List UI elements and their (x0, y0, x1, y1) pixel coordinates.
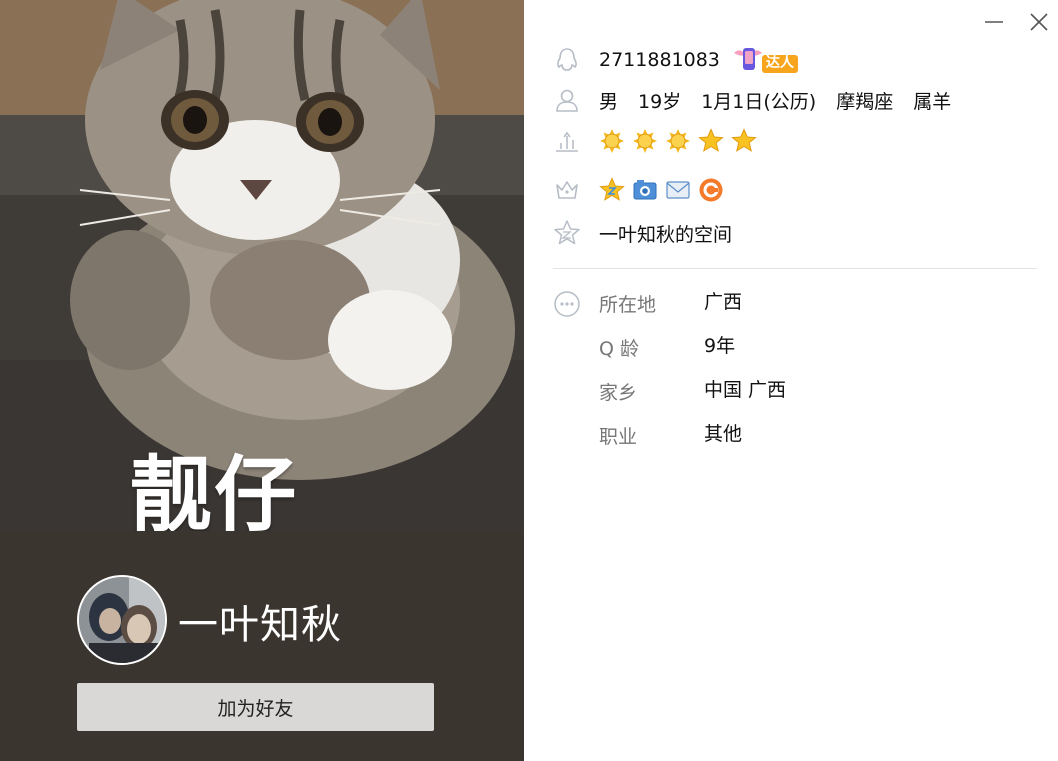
expert-badge-text: 达人 (765, 55, 794, 71)
cover-caption: 靓仔 (130, 447, 299, 531)
age: 19岁 (638, 90, 682, 113)
avatar-image (79, 577, 165, 663)
avatar[interactable] (77, 575, 167, 665)
qq-number-row: 2711881083 达人 (553, 44, 798, 76)
level-row (553, 125, 757, 157)
more-icon (553, 290, 581, 318)
sun-level-icon (665, 128, 691, 154)
star-level-icon (731, 128, 757, 154)
space-link[interactable]: 一叶知秋的空间 (599, 220, 732, 247)
level-icons[interactable] (599, 128, 764, 154)
cover-image: 靓仔 (0, 0, 524, 531)
location-value: 广西 (704, 291, 743, 313)
gender: 男 (599, 90, 619, 113)
add-friend-button[interactable]: 加为好友 (77, 683, 434, 731)
qq-number: 2711881083 (599, 49, 720, 71)
basic-info-row: 男 19岁 1月1日(公历) 摩羯座 属羊 (553, 84, 951, 116)
constellation: 摩羯座 (836, 90, 894, 113)
close-button[interactable] (1025, 8, 1053, 36)
level-chart-icon (553, 127, 581, 155)
occupation-label: 职业 (599, 426, 638, 448)
star-level-icon (698, 128, 724, 154)
hometown-value: 中国 广西 (704, 379, 787, 401)
birthday: 1月1日(公历) (701, 90, 817, 113)
q-age-label: Q 龄 (599, 338, 639, 360)
penguin-icon (553, 46, 581, 74)
star-outline-icon (553, 219, 581, 247)
minimize-button[interactable] (980, 8, 1008, 36)
minimize-icon (985, 21, 1003, 23)
person-icon (553, 86, 581, 114)
music-icon[interactable] (698, 177, 724, 203)
nickname: 一叶知秋 (178, 602, 342, 648)
crown-icon (553, 176, 581, 204)
occupation-value: 其他 (704, 423, 743, 445)
mail-icon[interactable] (665, 177, 691, 203)
hometown-label: 家乡 (599, 382, 638, 404)
expert-badge[interactable]: 达人 (732, 45, 800, 75)
space-row[interactable]: 一叶知秋的空间 (553, 217, 732, 249)
sun-level-icon (632, 128, 658, 154)
divider (553, 268, 1037, 269)
profile-cover-panel: 靓仔 一叶知秋 加为好友 (0, 0, 524, 761)
star-vip-icon[interactable] (599, 177, 625, 203)
close-icon (1030, 13, 1048, 31)
privilege-row (553, 174, 723, 206)
sun-level-icon (599, 128, 625, 154)
zodiac: 属羊 (913, 90, 952, 113)
privilege-badges (599, 177, 731, 203)
q-age-value: 9年 (704, 335, 736, 357)
location-label: 所在地 (599, 294, 657, 316)
photo-icon[interactable] (632, 177, 658, 203)
